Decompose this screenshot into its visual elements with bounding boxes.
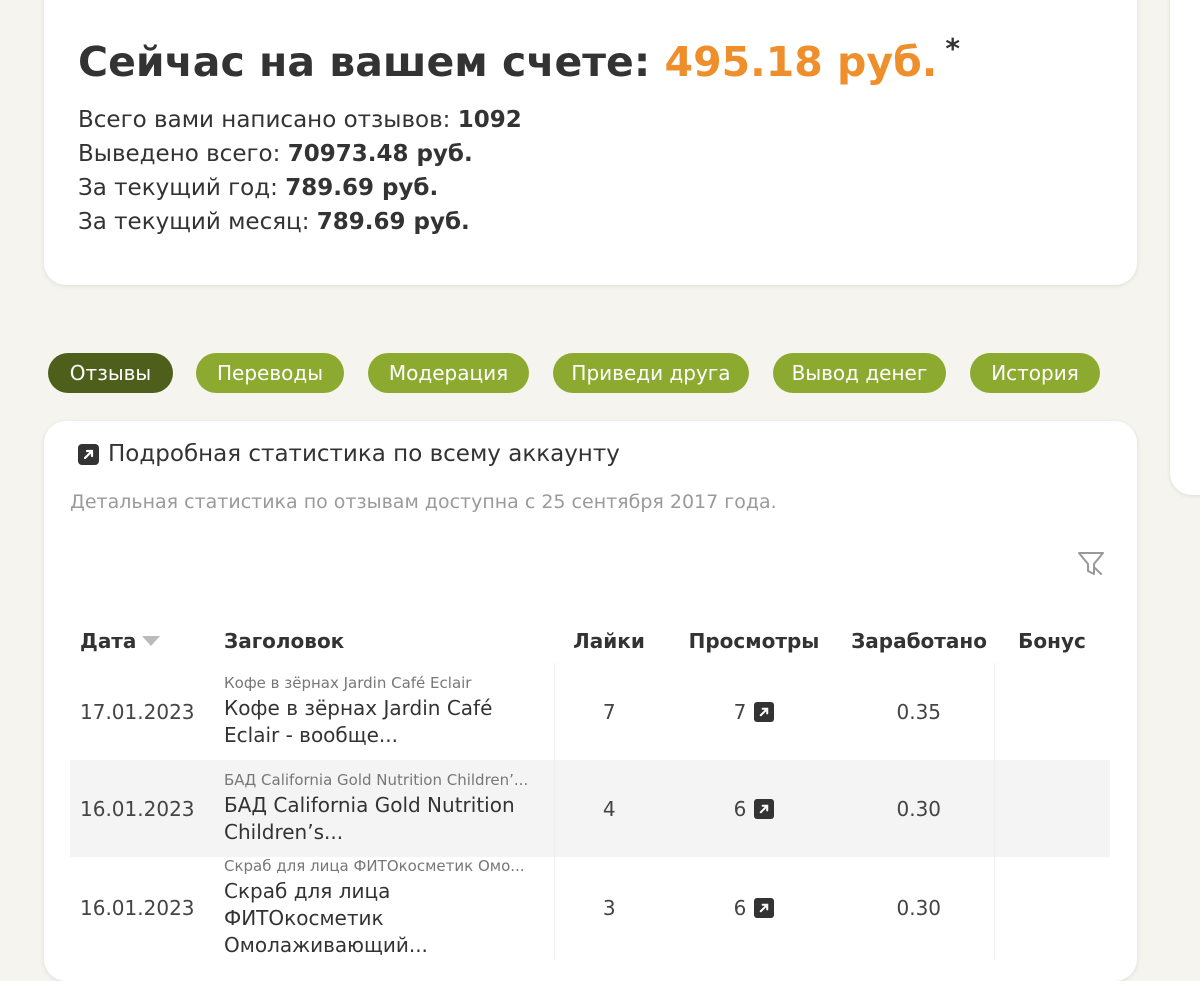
col-likes: Лайки — [573, 629, 645, 653]
row-date: 16.01.2023 — [80, 896, 195, 920]
stats-availability-note: Детальная статистика по отзывам доступна… — [70, 491, 777, 513]
external-link-icon[interactable] — [754, 898, 775, 918]
col-date[interactable]: Дата — [70, 619, 220, 663]
table-row: 17.01.2023 Кофе в зёрнах Jardin Café Ecl… — [70, 663, 1110, 760]
row-earned: 0.30 — [844, 760, 994, 857]
row-title-cell: Кофе в зёрнах Jardin Café Eclair Кофе в … — [220, 663, 555, 760]
filter-icon[interactable] — [1076, 549, 1106, 579]
balance-title: Сейчас на вашем счете: 495.18 руб. * — [78, 32, 960, 86]
row-bonus — [993, 760, 1110, 857]
col-title: Заголовок — [224, 629, 345, 653]
tab-bar: Отзывы Переводы Модерация Приведи друга … — [48, 353, 1148, 393]
balance-label: Сейчас на вашем счете: — [78, 38, 651, 86]
col-earned: Заработано — [851, 629, 987, 653]
row-date: 16.01.2023 — [70, 760, 220, 857]
balance-card: Сейчас на вашем счете: 495.18 руб. * Всег… — [44, 0, 1137, 285]
row-bonus — [993, 857, 1110, 959]
tab-reviews[interactable]: Отзывы — [48, 353, 173, 393]
row-views: 6 — [664, 760, 844, 857]
row-review-title[interactable]: Кофе в зёрнах Jardin Café Eclair - вообщ… — [224, 695, 542, 749]
table-row: 16.01.2023 БАД California Gold Nutrition… — [70, 760, 1110, 857]
row-product-name: БАД California Gold Nutrition Children’.… — [224, 771, 529, 789]
row-earned: 0.30 — [896, 896, 942, 920]
tab-transfers[interactable]: Переводы — [196, 353, 344, 393]
row-review-title[interactable]: Скраб для лица ФИТОкосметик Омолаживающи… — [224, 878, 542, 959]
detailed-stats-link[interactable]: Подробная статистика по всему аккаунту — [78, 441, 620, 467]
row-views: 7 — [664, 663, 844, 760]
row-likes: 7 — [602, 699, 616, 724]
stat-reviews: Всего вами написано отзывов: 1092 — [78, 107, 522, 133]
row-title-cell: Скраб для лица ФИТОкосметик Омо... Скраб… — [220, 857, 555, 959]
account-stats: Всего вами написано отзывов: 1092 Выведе… — [78, 103, 522, 239]
row-likes: 4 — [554, 760, 664, 857]
tab-withdraw[interactable]: Вывод денег — [773, 353, 946, 393]
row-likes: 3 — [602, 896, 616, 920]
sort-down-icon — [142, 635, 161, 646]
tab-history[interactable]: История — [970, 353, 1100, 393]
table-row: 16.01.2023 Скраб для лица ФИТОкосметик О… — [70, 857, 1110, 959]
reviews-table: Дата Заголовок Лайки Просмотры Заработан… — [70, 619, 1110, 959]
row-title-cell: БАД California Gold Nutrition Children’.… — [220, 760, 555, 857]
row-views: 6 — [664, 857, 844, 959]
row-earned: 0.35 — [896, 699, 942, 724]
tab-moderation[interactable]: Модерация — [368, 353, 529, 393]
side-panel — [1170, 0, 1200, 495]
tab-refer-friend[interactable]: Приведи друга — [553, 353, 749, 393]
row-date: 17.01.2023 — [80, 699, 195, 724]
col-views: Просмотры — [688, 629, 820, 653]
external-link-icon[interactable] — [754, 701, 775, 722]
stat-month: За текущий месяц: 789.69 руб. — [78, 209, 470, 235]
balance-asterisk: * — [945, 32, 960, 65]
row-bonus — [993, 663, 1110, 760]
row-product-name: Скраб для лица ФИТОкосметик Омо... — [224, 857, 525, 875]
balance-amount: 495.18 руб. — [664, 38, 938, 86]
col-bonus: Бонус — [1018, 629, 1086, 653]
stat-year: За текущий год: 789.69 руб. — [78, 175, 439, 201]
row-product-name: Кофе в зёрнах Jardin Café Eclair — [224, 674, 472, 692]
external-link-icon[interactable] — [754, 798, 775, 819]
review-stats-card: Подробная статистика по всему аккаунту Д… — [44, 421, 1137, 981]
stat-withdrawn: Выведено всего: 70973.48 руб. — [78, 141, 473, 167]
external-link-icon — [78, 443, 99, 465]
row-review-title[interactable]: БАД California Gold Nutrition Children’s… — [224, 792, 542, 846]
